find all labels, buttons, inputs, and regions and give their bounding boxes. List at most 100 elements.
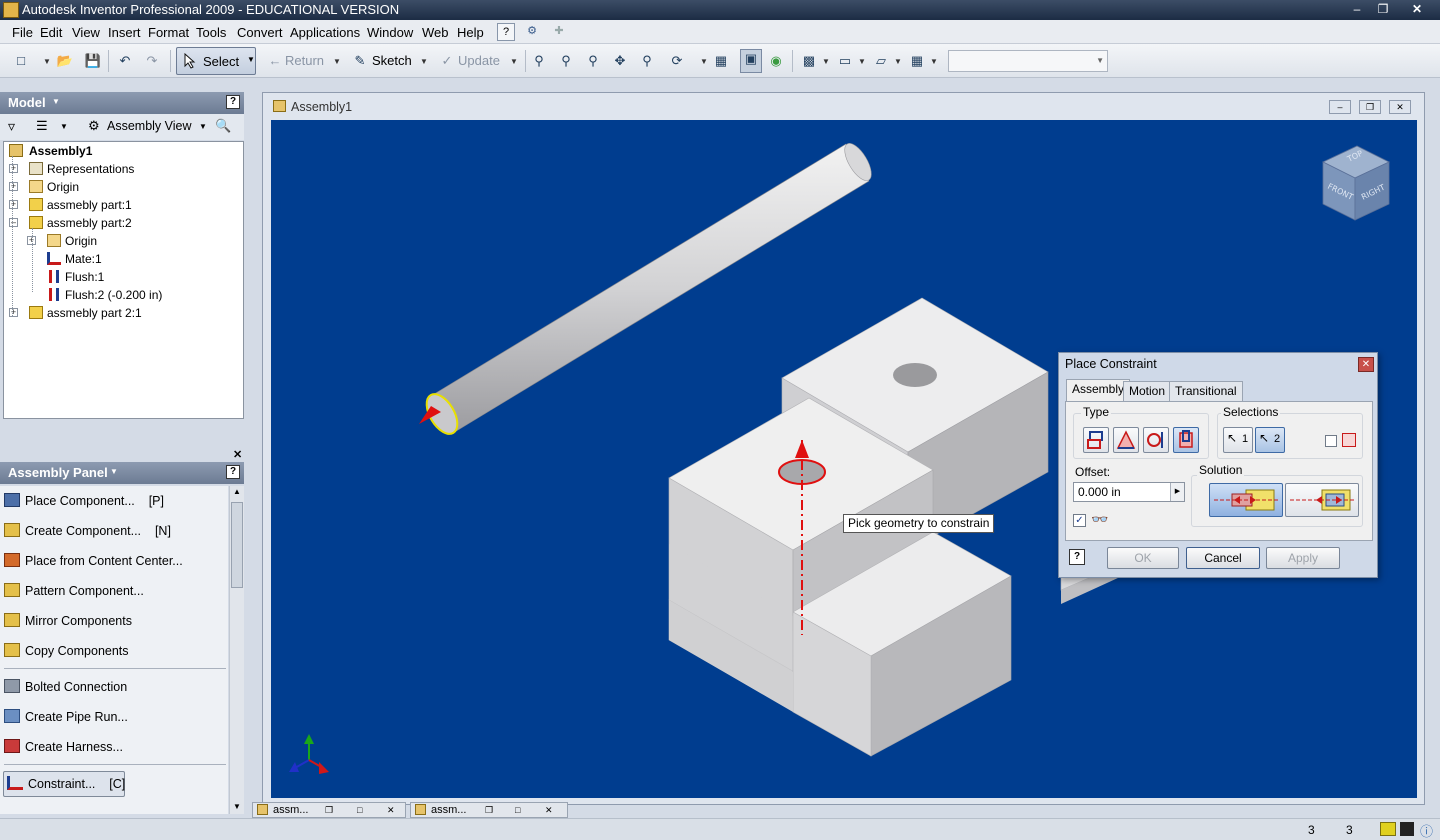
assembly-view-label[interactable]: Assembly View [107, 119, 192, 133]
new-file-icon[interactable]: □ [12, 52, 30, 70]
tab-close-icon[interactable]: ✕ [545, 803, 553, 817]
selection-1-button[interactable]: ↖ 1 [1223, 427, 1253, 453]
view-dropdown-chevron-icon[interactable]: ▼ [822, 57, 830, 66]
insert-type-button[interactable] [1173, 427, 1199, 453]
mate-type-button[interactable] [1083, 427, 1109, 453]
zoom-all-icon[interactable]: ⚲ [530, 52, 548, 70]
panel-splitter[interactable]: ✕ [0, 448, 250, 461]
scroll-down-icon[interactable]: ▼ [233, 802, 241, 811]
section-dropdown-chevron-icon[interactable]: ▼ [858, 57, 866, 66]
tab-assembly[interactable]: Assembly [1066, 379, 1131, 401]
doc-restore-button[interactable]: ❐ [1359, 100, 1381, 114]
select-button[interactable]: Select ▼ [176, 47, 256, 75]
assembly-panel-scrollbar[interactable]: ▲ ▼ [229, 486, 244, 814]
close-panel-icon[interactable]: ✕ [233, 448, 242, 461]
pan-icon[interactable]: ✥ [611, 52, 629, 70]
create-pipe-run-item[interactable]: Create Pipe Run... [4, 706, 128, 728]
doc-minimize-button[interactable]: – [1329, 100, 1351, 114]
tab-restore-icon[interactable]: ❐ [325, 803, 333, 817]
collapse-icon[interactable]: – [9, 218, 18, 227]
expand-icon[interactable]: + [9, 308, 18, 317]
offset-arrow-icon[interactable]: ▶ [1170, 483, 1184, 501]
work-plane-icon[interactable]: ▱ [872, 52, 890, 70]
select-dropdown-chevron-icon[interactable]: ▼ [247, 55, 255, 64]
filter-icon[interactable]: ▿ [8, 118, 15, 135]
section-view-icon[interactable]: ▭ [836, 52, 854, 70]
model-help-icon[interactable]: ? [226, 95, 240, 109]
cancel-button[interactable]: Cancel [1186, 547, 1260, 569]
zoom-icon[interactable]: ⚲ [584, 52, 602, 70]
tab-restore-icon[interactable]: ❐ [485, 803, 493, 817]
menu-file[interactable]: File [12, 25, 33, 40]
view-cube[interactable]: TOP FRONT RIGHT [1322, 145, 1390, 221]
update-dropdown-chevron-icon[interactable]: ▼ [510, 57, 518, 66]
tab-minimize-icon[interactable]: □ [357, 803, 362, 817]
shaded-display-icon[interactable]: ▣ [740, 49, 762, 73]
menu-edit[interactable]: Edit [40, 25, 62, 40]
zoom-selected-icon[interactable]: ⚲ [638, 52, 656, 70]
sketch-dropdown-chevron-icon[interactable]: ▼ [420, 57, 428, 66]
doc-tab-2[interactable]: assm... ❐ □ ✕ [410, 802, 568, 818]
constraint-item[interactable]: Constraint... [C] [3, 771, 125, 797]
scroll-up-icon[interactable]: ▲ [233, 487, 241, 496]
menu-tools[interactable]: Tools [196, 25, 226, 40]
doc-close-button[interactable]: ✕ [1389, 100, 1411, 114]
show-preview-checkbox[interactable]: ✓ [1073, 514, 1086, 527]
apply-button[interactable]: Apply [1266, 547, 1340, 569]
menu-web[interactable]: Web [422, 25, 449, 40]
offset-input[interactable]: 0.000 in ▶ [1073, 482, 1185, 502]
view-cube-icon[interactable]: ▩ [800, 52, 818, 70]
place-from-content-center-item[interactable]: Place from Content Center... [4, 550, 183, 572]
expand-icon[interactable]: + [9, 164, 18, 173]
tab-close-icon[interactable]: ✕ [387, 803, 395, 817]
look-at-icon[interactable]: ▦ [712, 52, 730, 70]
tab-transitional[interactable]: Transitional [1169, 381, 1243, 401]
menu-applications[interactable]: Applications [290, 25, 360, 40]
menu-view[interactable]: View [72, 25, 100, 40]
tree-options-icon[interactable]: ☰ [36, 118, 48, 134]
menu-convert[interactable]: Convert [237, 25, 283, 40]
save-icon[interactable]: 💾 [84, 52, 102, 70]
assembly-panel-chevron-icon[interactable]: ▼ [110, 467, 118, 476]
new-dropdown-chevron-icon[interactable]: ▼ [43, 57, 51, 66]
assembly-view-chevron-icon[interactable]: ▼ [199, 122, 207, 131]
sketch-button[interactable]: Sketch [372, 51, 412, 71]
tools-manager-icon[interactable]: ⚙ [523, 23, 541, 41]
pattern-component-item[interactable]: Pattern Component... [4, 580, 144, 602]
assembly-help-icon[interactable]: ? [226, 465, 240, 479]
model-panel-header[interactable]: Model ▼ ? [0, 92, 244, 114]
ground-shadow-icon[interactable]: ◉ [767, 52, 785, 70]
restore-button[interactable]: ❐ [1370, 0, 1396, 18]
whats-this-help-icon[interactable]: ? [497, 23, 515, 41]
minimize-button[interactable]: – [1344, 0, 1370, 18]
menu-format[interactable]: Format [148, 25, 189, 40]
redo-icon[interactable]: ↷ [143, 52, 161, 70]
menu-insert[interactable]: Insert [108, 25, 141, 40]
status-info-icon[interactable]: ⓘ [1420, 821, 1433, 840]
close-button[interactable]: ✕ [1402, 0, 1432, 18]
scroll-thumb[interactable] [231, 502, 243, 588]
place-component-item[interactable]: Place Component... [P] [4, 490, 164, 512]
expand-icon[interactable]: + [9, 200, 18, 209]
solution-opposed-button[interactable] [1209, 483, 1283, 517]
doc-tab-1[interactable]: assm... ❐ □ ✕ [252, 802, 406, 818]
update-button[interactable]: Update [458, 51, 500, 71]
undo-icon[interactable]: ↶ [116, 52, 134, 70]
create-component-item[interactable]: Create Component... [N] [4, 520, 171, 542]
color-style-select[interactable]: ▼ [948, 50, 1108, 72]
menu-help[interactable]: Help [457, 25, 484, 40]
display-settings-icon[interactable]: ▦ [908, 52, 926, 70]
zoom-window-icon[interactable]: ⚲ [557, 52, 575, 70]
return-button[interactable]: Return [285, 51, 324, 71]
copy-components-item[interactable]: Copy Components [4, 640, 129, 662]
tab-minimize-icon[interactable]: □ [515, 803, 520, 817]
dialog-close-button[interactable]: ✕ [1358, 357, 1374, 372]
tree-options-chevron-icon[interactable]: ▼ [60, 122, 68, 131]
mirror-components-item[interactable]: Mirror Components [4, 610, 132, 632]
open-file-icon[interactable]: 📂 [56, 52, 74, 70]
assembly-panel-header[interactable]: Assembly Panel ▼ ? [0, 462, 244, 484]
model-panel-chevron-icon[interactable]: ▼ [52, 97, 60, 106]
selection-2-button[interactable]: ↖ 2 [1255, 427, 1285, 453]
plane-dropdown-chevron-icon[interactable]: ▼ [894, 57, 902, 66]
display-dropdown-chevron-icon[interactable]: ▼ [930, 57, 938, 66]
